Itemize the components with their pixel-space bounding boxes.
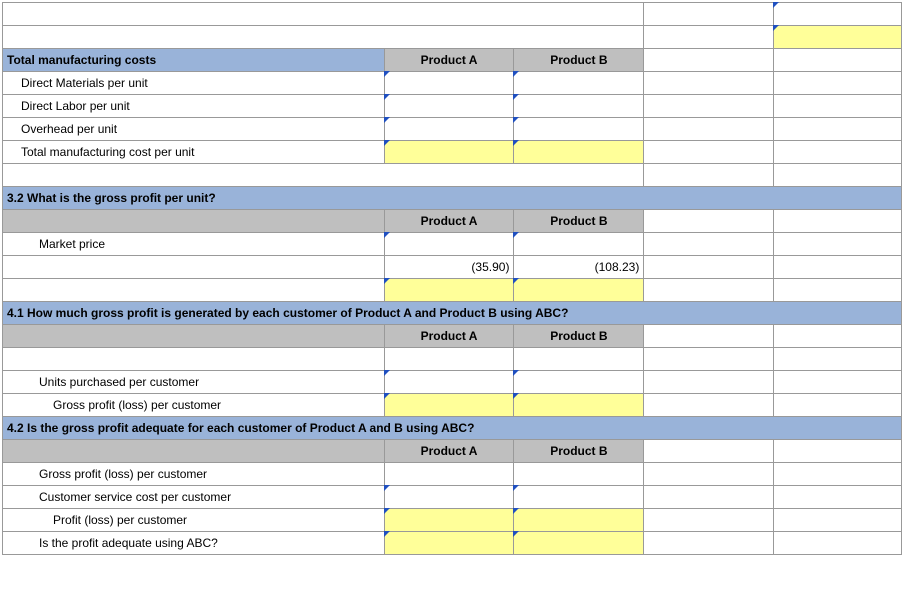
input-cell[interactable] [384, 394, 514, 417]
row-label: Units purchased per customer [3, 371, 385, 394]
row-label: Is the profit adequate using ABC? [3, 532, 385, 555]
input-cell[interactable] [384, 463, 514, 486]
section-title: 4.2 Is the gross profit adequate for eac… [3, 417, 902, 440]
row-label: Gross profit (loss) per customer [3, 463, 385, 486]
input-cell[interactable] [384, 279, 514, 302]
section-title: 4.1 How much gross profit is generated b… [3, 302, 902, 325]
input-cell[interactable] [384, 509, 514, 532]
input-cell[interactable] [384, 233, 514, 256]
table-row [3, 279, 902, 302]
input-cell[interactable] [514, 394, 644, 417]
row-label: Direct Materials per unit [3, 72, 385, 95]
input-cell[interactable] [384, 371, 514, 394]
input-cell[interactable] [514, 532, 644, 555]
input-cell[interactable] [514, 279, 644, 302]
input-cell[interactable] [514, 95, 644, 118]
row-label: Gross profit (loss) per customer [3, 394, 385, 417]
column-header-row: Product A Product B [3, 440, 902, 463]
input-cell[interactable] [774, 26, 902, 49]
col-header-a: Product A [384, 49, 514, 72]
section-title: 3.2 What is the gross profit per unit? [3, 187, 902, 210]
row-label: Market price [3, 233, 385, 256]
table-row: Units purchased per customer [3, 371, 902, 394]
input-cell[interactable] [384, 532, 514, 555]
input-cell[interactable] [514, 118, 644, 141]
input-cell[interactable] [514, 463, 644, 486]
spacer-row [3, 164, 902, 187]
table-row: Direct Labor per unit [3, 95, 902, 118]
row-label: Direct Labor per unit [3, 95, 385, 118]
input-cell[interactable] [384, 72, 514, 95]
row-label: Total manufacturing cost per unit [3, 141, 385, 164]
section-header-row: Total manufacturing costs Product A Prod… [3, 49, 902, 72]
input-cell[interactable] [384, 141, 514, 164]
col-header-a: Product A [384, 440, 514, 463]
input-cell[interactable] [514, 141, 644, 164]
value-cell: (108.23) [514, 256, 644, 279]
table-row: Market price [3, 233, 902, 256]
input-cell[interactable] [514, 72, 644, 95]
input-cell[interactable] [514, 509, 644, 532]
section-title: Total manufacturing costs [3, 49, 385, 72]
input-cell[interactable] [514, 233, 644, 256]
empty-row [3, 26, 902, 49]
table-row: Direct Materials per unit [3, 72, 902, 95]
value-cell: (35.90) [384, 256, 514, 279]
col-header-b: Product B [514, 440, 644, 463]
column-header-row: Product A Product B [3, 325, 902, 348]
input-cell[interactable] [514, 486, 644, 509]
column-header-row: Product A Product B [3, 210, 902, 233]
section-header-row: 4.1 How much gross profit is generated b… [3, 302, 902, 325]
input-cell[interactable] [514, 371, 644, 394]
table-row: Gross profit (loss) per customer [3, 463, 902, 486]
input-cell[interactable] [384, 118, 514, 141]
input-cell[interactable] [384, 486, 514, 509]
table-row: Gross profit (loss) per customer [3, 394, 902, 417]
empty-row [3, 3, 902, 26]
col-header-a: Product A [384, 210, 514, 233]
col-header-b: Product B [514, 49, 644, 72]
table-row: Customer service cost per customer [3, 486, 902, 509]
row-label: Profit (loss) per customer [3, 509, 385, 532]
worksheet-table: Total manufacturing costs Product A Prod… [2, 2, 902, 555]
col-header-b: Product B [514, 325, 644, 348]
row-label: Overhead per unit [3, 118, 385, 141]
input-cell[interactable] [384, 95, 514, 118]
table-row: Is the profit adequate using ABC? [3, 532, 902, 555]
row-label: Customer service cost per customer [3, 486, 385, 509]
spacer-row [3, 348, 902, 371]
col-header-b: Product B [514, 210, 644, 233]
input-cell[interactable] [774, 3, 902, 26]
table-row: (35.90) (108.23) [3, 256, 902, 279]
table-row: Total manufacturing cost per unit [3, 141, 902, 164]
section-header-row: 3.2 What is the gross profit per unit? [3, 187, 902, 210]
section-header-row: 4.2 Is the gross profit adequate for eac… [3, 417, 902, 440]
col-header-a: Product A [384, 325, 514, 348]
table-row: Profit (loss) per customer [3, 509, 902, 532]
table-row: Overhead per unit [3, 118, 902, 141]
